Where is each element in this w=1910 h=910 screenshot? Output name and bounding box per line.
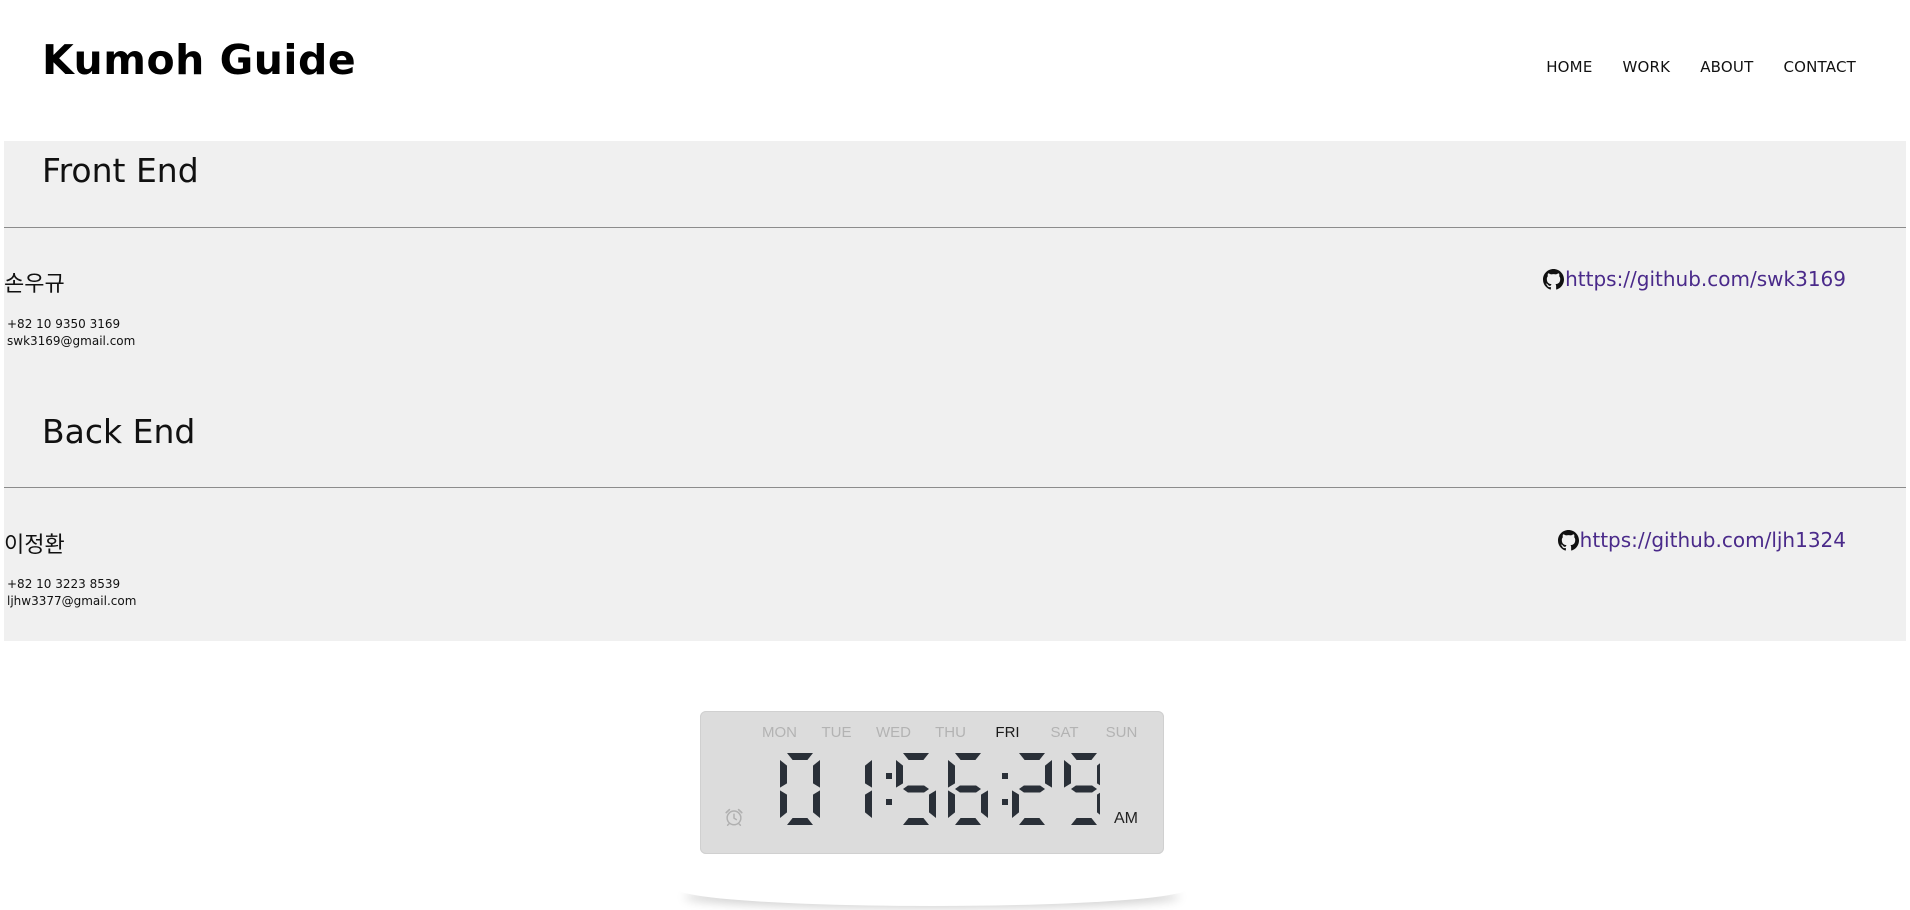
site-header: Kumoh Guide HOME WORK ABOUT CONTACT [0, 0, 1910, 140]
main-nav: HOME WORK ABOUT CONTACT [1546, 58, 1856, 76]
digit-segment [865, 760, 872, 788]
github-url: https://github.com/ljh1324 [1579, 528, 1846, 552]
digit-segment [1019, 753, 1045, 760]
member-phone: +82 10 9350 3169 [7, 317, 121, 331]
digit-segment [1045, 760, 1052, 788]
nav-work[interactable]: WORK [1623, 58, 1671, 76]
time-colon [1002, 773, 1008, 779]
digit-segment [1071, 785, 1097, 793]
site-brand[interactable]: Kumoh Guide [42, 36, 356, 84]
digit-segment [955, 818, 981, 825]
alarm-clock-icon [723, 806, 745, 828]
member-contact: +82 10 3223 8539 ljhw3377@gmail.com [7, 576, 136, 610]
weekday-sun: SUN [1105, 724, 1138, 741]
nav-contact[interactable]: CONTACT [1783, 58, 1856, 76]
digit-segment [903, 785, 929, 793]
section-title-front-end: Front End [42, 151, 199, 190]
digit-segment [1064, 760, 1071, 788]
section-divider [4, 227, 1906, 228]
time-digit-5 [1064, 753, 1100, 825]
digit-segment [903, 818, 929, 825]
time-digit-2 [896, 753, 936, 825]
weekday-mon: MON [762, 724, 797, 741]
weekday-sat: SAT [1050, 724, 1079, 741]
member-contact: +82 10 9350 3169 swk3169@gmail.com [7, 316, 135, 350]
digit-segment [780, 790, 787, 818]
time-display [780, 753, 1100, 825]
time-digit-4 [1012, 753, 1052, 825]
digit-segment [813, 760, 820, 788]
member-name: 이정환 [4, 533, 65, 558]
digit-segment [955, 785, 981, 793]
digit-segment [1019, 785, 1045, 793]
weekday-wed: WED [876, 724, 911, 741]
digit-segment [1097, 763, 1100, 786]
github-url: https://github.com/swk3169 [1565, 267, 1846, 291]
team-panel: Front End 손우규 +82 10 9350 3169 swk3169@g… [4, 141, 1906, 641]
digital-clock: MON TUE WED THU FRI SAT SUN AM [700, 711, 1164, 854]
github-link[interactable]: https://github.com/swk3169 [1543, 267, 1846, 291]
digit-segment [787, 753, 813, 760]
digit-segment [981, 790, 988, 818]
member-email: swk3169@gmail.com [7, 334, 136, 348]
digit-segment [948, 760, 955, 788]
time-digit-1 [865, 760, 872, 818]
time-colon [886, 799, 892, 805]
digit-segment [1097, 792, 1100, 815]
time-digit-3 [948, 753, 988, 825]
nav-about[interactable]: ABOUT [1700, 58, 1753, 76]
digit-segment [813, 790, 820, 818]
digit-segment [929, 790, 936, 818]
weekday-thu: THU [935, 724, 966, 741]
digit-segment [903, 753, 929, 760]
digit-segment [1071, 753, 1097, 760]
weekday-fri: FRI [995, 724, 1020, 741]
github-icon [1543, 268, 1565, 290]
clock-stand-shadow [678, 872, 1186, 906]
section-divider [4, 487, 1906, 488]
member-name: 손우규 [4, 272, 65, 297]
time-colon [886, 773, 892, 779]
digit-segment [1019, 818, 1045, 825]
digit-segment [948, 790, 955, 818]
nav-home[interactable]: HOME [1546, 58, 1592, 76]
digit-segment [1012, 790, 1019, 818]
member-phone: +82 10 3223 8539 [7, 577, 121, 591]
digit-segment [865, 790, 872, 818]
time-digit-0 [780, 753, 820, 825]
digit-segment [787, 818, 813, 825]
weekday-row: MON TUE WED THU FRI SAT SUN [751, 724, 1150, 741]
github-link[interactable]: https://github.com/ljh1324 [1557, 528, 1846, 552]
time-colon [1002, 799, 1008, 805]
digit-segment [780, 760, 787, 788]
section-title-back-end: Back End [42, 412, 196, 451]
ampm-indicator: AM [1114, 810, 1138, 827]
weekday-tue: TUE [821, 724, 852, 741]
digit-segment [955, 753, 981, 760]
member-email: ljhw3377@gmail.com [7, 594, 137, 608]
digit-segment [896, 760, 903, 788]
digit-segment [1071, 818, 1097, 825]
github-icon [1557, 529, 1579, 551]
